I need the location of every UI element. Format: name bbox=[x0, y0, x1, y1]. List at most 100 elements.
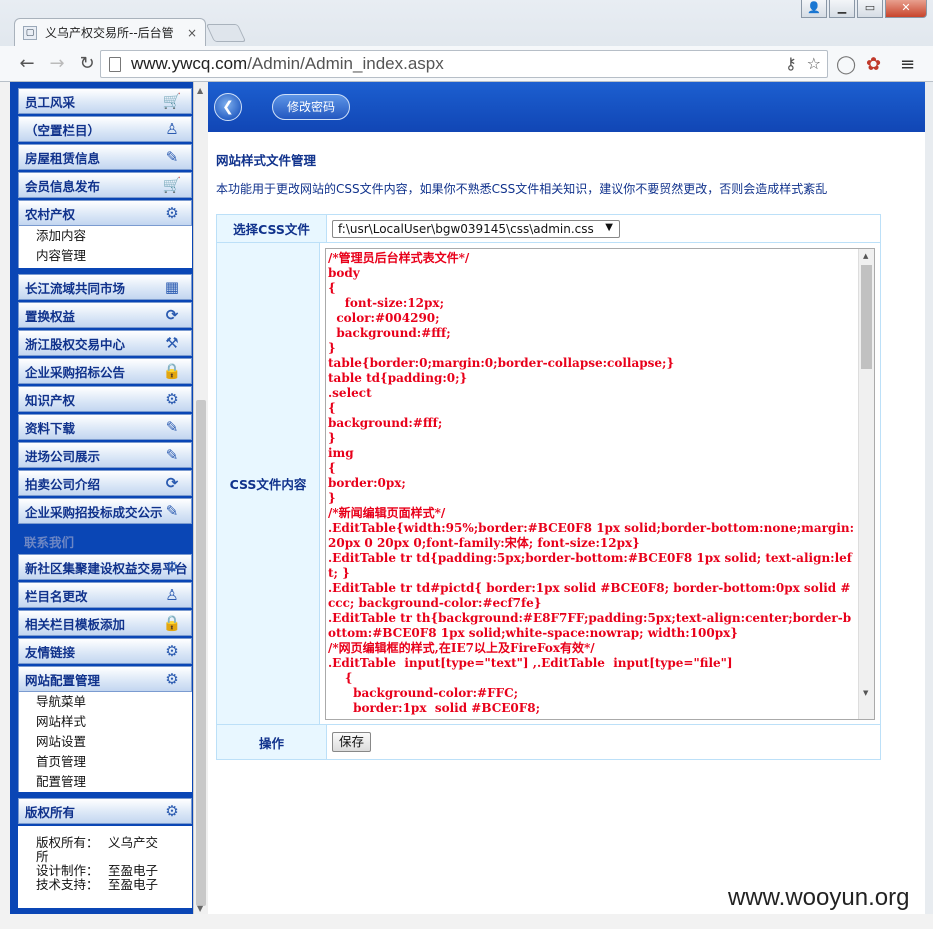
sidebar-item-swap[interactable]: 置换权益 ⟳ bbox=[18, 302, 192, 328]
edit-table: 选择CSS文件 f:\usr\LocalUser\bgw039145\css\a… bbox=[216, 214, 881, 760]
sidebar-submenu-rural: 添加内容 内容管理 bbox=[18, 226, 192, 268]
tab-close-icon[interactable]: × bbox=[187, 26, 197, 40]
textarea-scroll-thumb[interactable] bbox=[861, 265, 872, 369]
extension-circle-icon[interactable]: ◯ bbox=[836, 54, 856, 75]
refresh-icon: ⟳ bbox=[165, 306, 179, 324]
submenu-item-home[interactable]: 首页管理 bbox=[19, 752, 192, 772]
cart-icon: 🛒 bbox=[162, 176, 182, 194]
sidebar-item-rental[interactable]: 房屋租赁信息 ✎ bbox=[18, 144, 192, 170]
forward-arrow-icon[interactable]: → bbox=[42, 53, 72, 74]
address-bar-icons: ⚷ ☆ bbox=[785, 54, 821, 73]
user-icon[interactable]: 👤 bbox=[801, 0, 827, 18]
gear-icon: ⚙ bbox=[165, 204, 179, 222]
browser-chrome: ▢ 义乌产权交易所--后台管 × 👤 ▁ ▭ ✕ ← → ↻ www.ywcq.… bbox=[0, 0, 933, 82]
change-password-button[interactable]: 修改密码 bbox=[272, 94, 350, 120]
lock-icon: 🔒 bbox=[162, 362, 182, 380]
sidebar-item-site-config[interactable]: 网站配置管理 ⚙ bbox=[18, 666, 192, 692]
minimize-icon[interactable]: ▁ bbox=[829, 0, 855, 18]
submenu-item-manage[interactable]: 内容管理 bbox=[19, 246, 192, 266]
browser-toolbar: ← → ↻ www.ywcq.com/Admin/Admin_index.asp… bbox=[0, 46, 933, 82]
sidebar-item-links[interactable]: 友情链接 ⚙ bbox=[18, 638, 192, 664]
lock-icon: 🔒 bbox=[162, 614, 182, 632]
css-file-select[interactable]: f:\usr\LocalUser\bgw039145\css\admin.css… bbox=[332, 220, 620, 238]
picture-icon: ▦ bbox=[164, 278, 180, 296]
sidebar-item-copyright: 版权所有 ⚙ bbox=[18, 798, 192, 824]
textarea-scrollbar[interactable]: ▲ ▼ bbox=[858, 249, 874, 719]
submenu-item-nav[interactable]: 导航菜单 bbox=[19, 692, 192, 712]
tab-title: 义乌产权交易所--后台管 bbox=[45, 26, 174, 40]
edit-icon: ✎ bbox=[165, 148, 179, 166]
settings-icon: ⚙ bbox=[165, 558, 179, 576]
window-controls: 👤 ▁ ▭ ✕ bbox=[801, 0, 927, 18]
star-icon[interactable]: ☆ bbox=[807, 54, 821, 73]
sidebar-scrollbar[interactable]: ▲ ▼ bbox=[193, 82, 208, 914]
sidebar-item-yangtze[interactable]: 长江流域共同市场 ▦ bbox=[18, 274, 192, 300]
edit-icon: ✎ bbox=[165, 418, 179, 436]
chevron-left-icon: ❮ bbox=[222, 99, 234, 115]
back-arrow-icon[interactable]: ← bbox=[12, 53, 42, 74]
content-cell: /*管理员后台样式表文件*/ body { font-size:12px; co… bbox=[320, 243, 880, 724]
sidebar-submenu-config: 导航菜单 网站样式 网站设置 首页管理 配置管理 bbox=[18, 692, 192, 792]
submenu-item-settings[interactable]: 网站设置 bbox=[19, 732, 192, 752]
sidebar-item-auction[interactable]: 拍卖公司介绍 ⟳ bbox=[18, 470, 192, 496]
window-close-icon[interactable]: ✕ bbox=[885, 0, 927, 18]
maximize-icon[interactable]: ▭ bbox=[857, 0, 883, 18]
reload-icon[interactable]: ↻ bbox=[72, 53, 102, 74]
submenu-item-config[interactable]: 配置管理 bbox=[19, 772, 192, 792]
save-button[interactable]: 保存 bbox=[332, 732, 372, 752]
main-content: ❮ 修改密码 网站样式文件管理 本功能用于更改网站的CSS文件内容，如果你不熟悉… bbox=[208, 82, 925, 914]
scroll-down-icon[interactable]: ▼ bbox=[197, 904, 203, 913]
sidebar-item-tender-result[interactable]: 企业采购招投标成交公示 ✎ bbox=[18, 498, 192, 524]
sidebar-scroll-thumb[interactable] bbox=[196, 400, 206, 906]
page-icon bbox=[109, 56, 121, 72]
key-icon[interactable]: ⚷ bbox=[785, 54, 797, 73]
table-row-action: 操作 保存 bbox=[217, 725, 880, 759]
textarea-scroll-up-icon[interactable]: ▲ bbox=[863, 252, 868, 260]
select-cell: f:\usr\LocalUser\bgw039145\css\admin.css… bbox=[327, 215, 880, 242]
sidebar-item-equity[interactable]: 浙江股权交易中心 ⚒ bbox=[18, 330, 192, 356]
page-description: 本功能用于更改网站的CSS文件内容，如果你不熟悉CSS文件相关知识，建议你不要贸… bbox=[216, 182, 828, 196]
sidebar-item-staff[interactable]: 员工风采 🛒 bbox=[18, 88, 192, 114]
browser-tab[interactable]: ▢ 义乌产权交易所--后台管 × bbox=[14, 18, 206, 46]
settings-icon: ⚙ bbox=[165, 642, 179, 660]
url-text[interactable]: www.ywcq.com/Admin/Admin_index.aspx bbox=[131, 54, 444, 74]
extension-puzzle-icon[interactable]: ✿ bbox=[866, 54, 881, 75]
window-right-edge bbox=[925, 82, 933, 914]
menu-icon[interactable]: ≡ bbox=[900, 54, 915, 75]
sidebar-item-ip[interactable]: 知识产权 ⚙ bbox=[18, 386, 192, 412]
sidebar: 员工风采 🛒 （空置栏目） ♙ 房屋租赁信息 ✎ 会员信息发布 🛒 农村产权 ⚙ 添加内容… bbox=[10, 82, 193, 914]
page-favicon-icon: ▢ bbox=[23, 25, 37, 40]
sidebar-item-companies[interactable]: 进场公司展示 ✎ bbox=[18, 442, 192, 468]
sidebar-item-empty[interactable]: （空置栏目） ♙ bbox=[18, 116, 192, 142]
sidebar-item-community[interactable]: 新社区集聚建设权益交易平台 ⚙ bbox=[18, 554, 192, 580]
sidebar-item-member[interactable]: 会员信息发布 🛒 bbox=[18, 172, 192, 198]
tools-icon: ⚒ bbox=[165, 334, 179, 352]
new-tab-button[interactable] bbox=[205, 24, 247, 42]
sidebar-gray-label: 联系我们 bbox=[24, 535, 75, 550]
submenu-item-add[interactable]: 添加内容 bbox=[19, 226, 192, 246]
operation-label: 操作 bbox=[217, 725, 327, 759]
cart-icon: 🛒 bbox=[162, 92, 182, 110]
gear-icon: ⚙ bbox=[165, 802, 179, 820]
window-bottom-edge bbox=[0, 914, 933, 929]
css-content-text[interactable]: /*管理员后台样式表文件*/ body { font-size:12px; co… bbox=[328, 251, 856, 716]
refresh-icon: ⟳ bbox=[165, 474, 179, 492]
sidebar-item-rename[interactable]: 栏目名更改 ♙ bbox=[18, 582, 192, 608]
back-button[interactable]: ❮ bbox=[214, 93, 242, 121]
submenu-item-style[interactable]: 网站样式 bbox=[19, 712, 192, 732]
address-bar[interactable]: www.ywcq.com/Admin/Admin_index.aspx ⚷ ☆ bbox=[100, 50, 828, 78]
textarea-scroll-down-icon[interactable]: ▼ bbox=[863, 689, 868, 697]
top-bar: ❮ 修改密码 bbox=[208, 82, 925, 132]
sidebar-item-template[interactable]: 相关栏目模板添加 🔒 bbox=[18, 610, 192, 636]
sidebar-item-download[interactable]: 资料下载 ✎ bbox=[18, 414, 192, 440]
copyright-box: 版权所有： 义乌产交 所 设计制作： 至盈电子 技术支持： 至盈电子 bbox=[18, 826, 192, 908]
sidebar-item-rural[interactable]: 农村产权 ⚙ bbox=[18, 200, 192, 226]
table-row-content: CSS文件内容 /*管理员后台样式表文件*/ body { font-size:… bbox=[217, 243, 880, 725]
table-row-select: 选择CSS文件 f:\usr\LocalUser\bgw039145\css\a… bbox=[217, 215, 880, 243]
css-content-textarea[interactable]: /*管理员后台样式表文件*/ body { font-size:12px; co… bbox=[325, 248, 875, 720]
sidebar-item-tender[interactable]: 企业采购招标公告 🔒 bbox=[18, 358, 192, 384]
gear-icon: ⚙ bbox=[165, 390, 179, 408]
person-icon: ♙ bbox=[165, 586, 179, 604]
edit-icon: ✎ bbox=[165, 502, 179, 520]
scroll-up-icon[interactable]: ▲ bbox=[197, 86, 203, 95]
